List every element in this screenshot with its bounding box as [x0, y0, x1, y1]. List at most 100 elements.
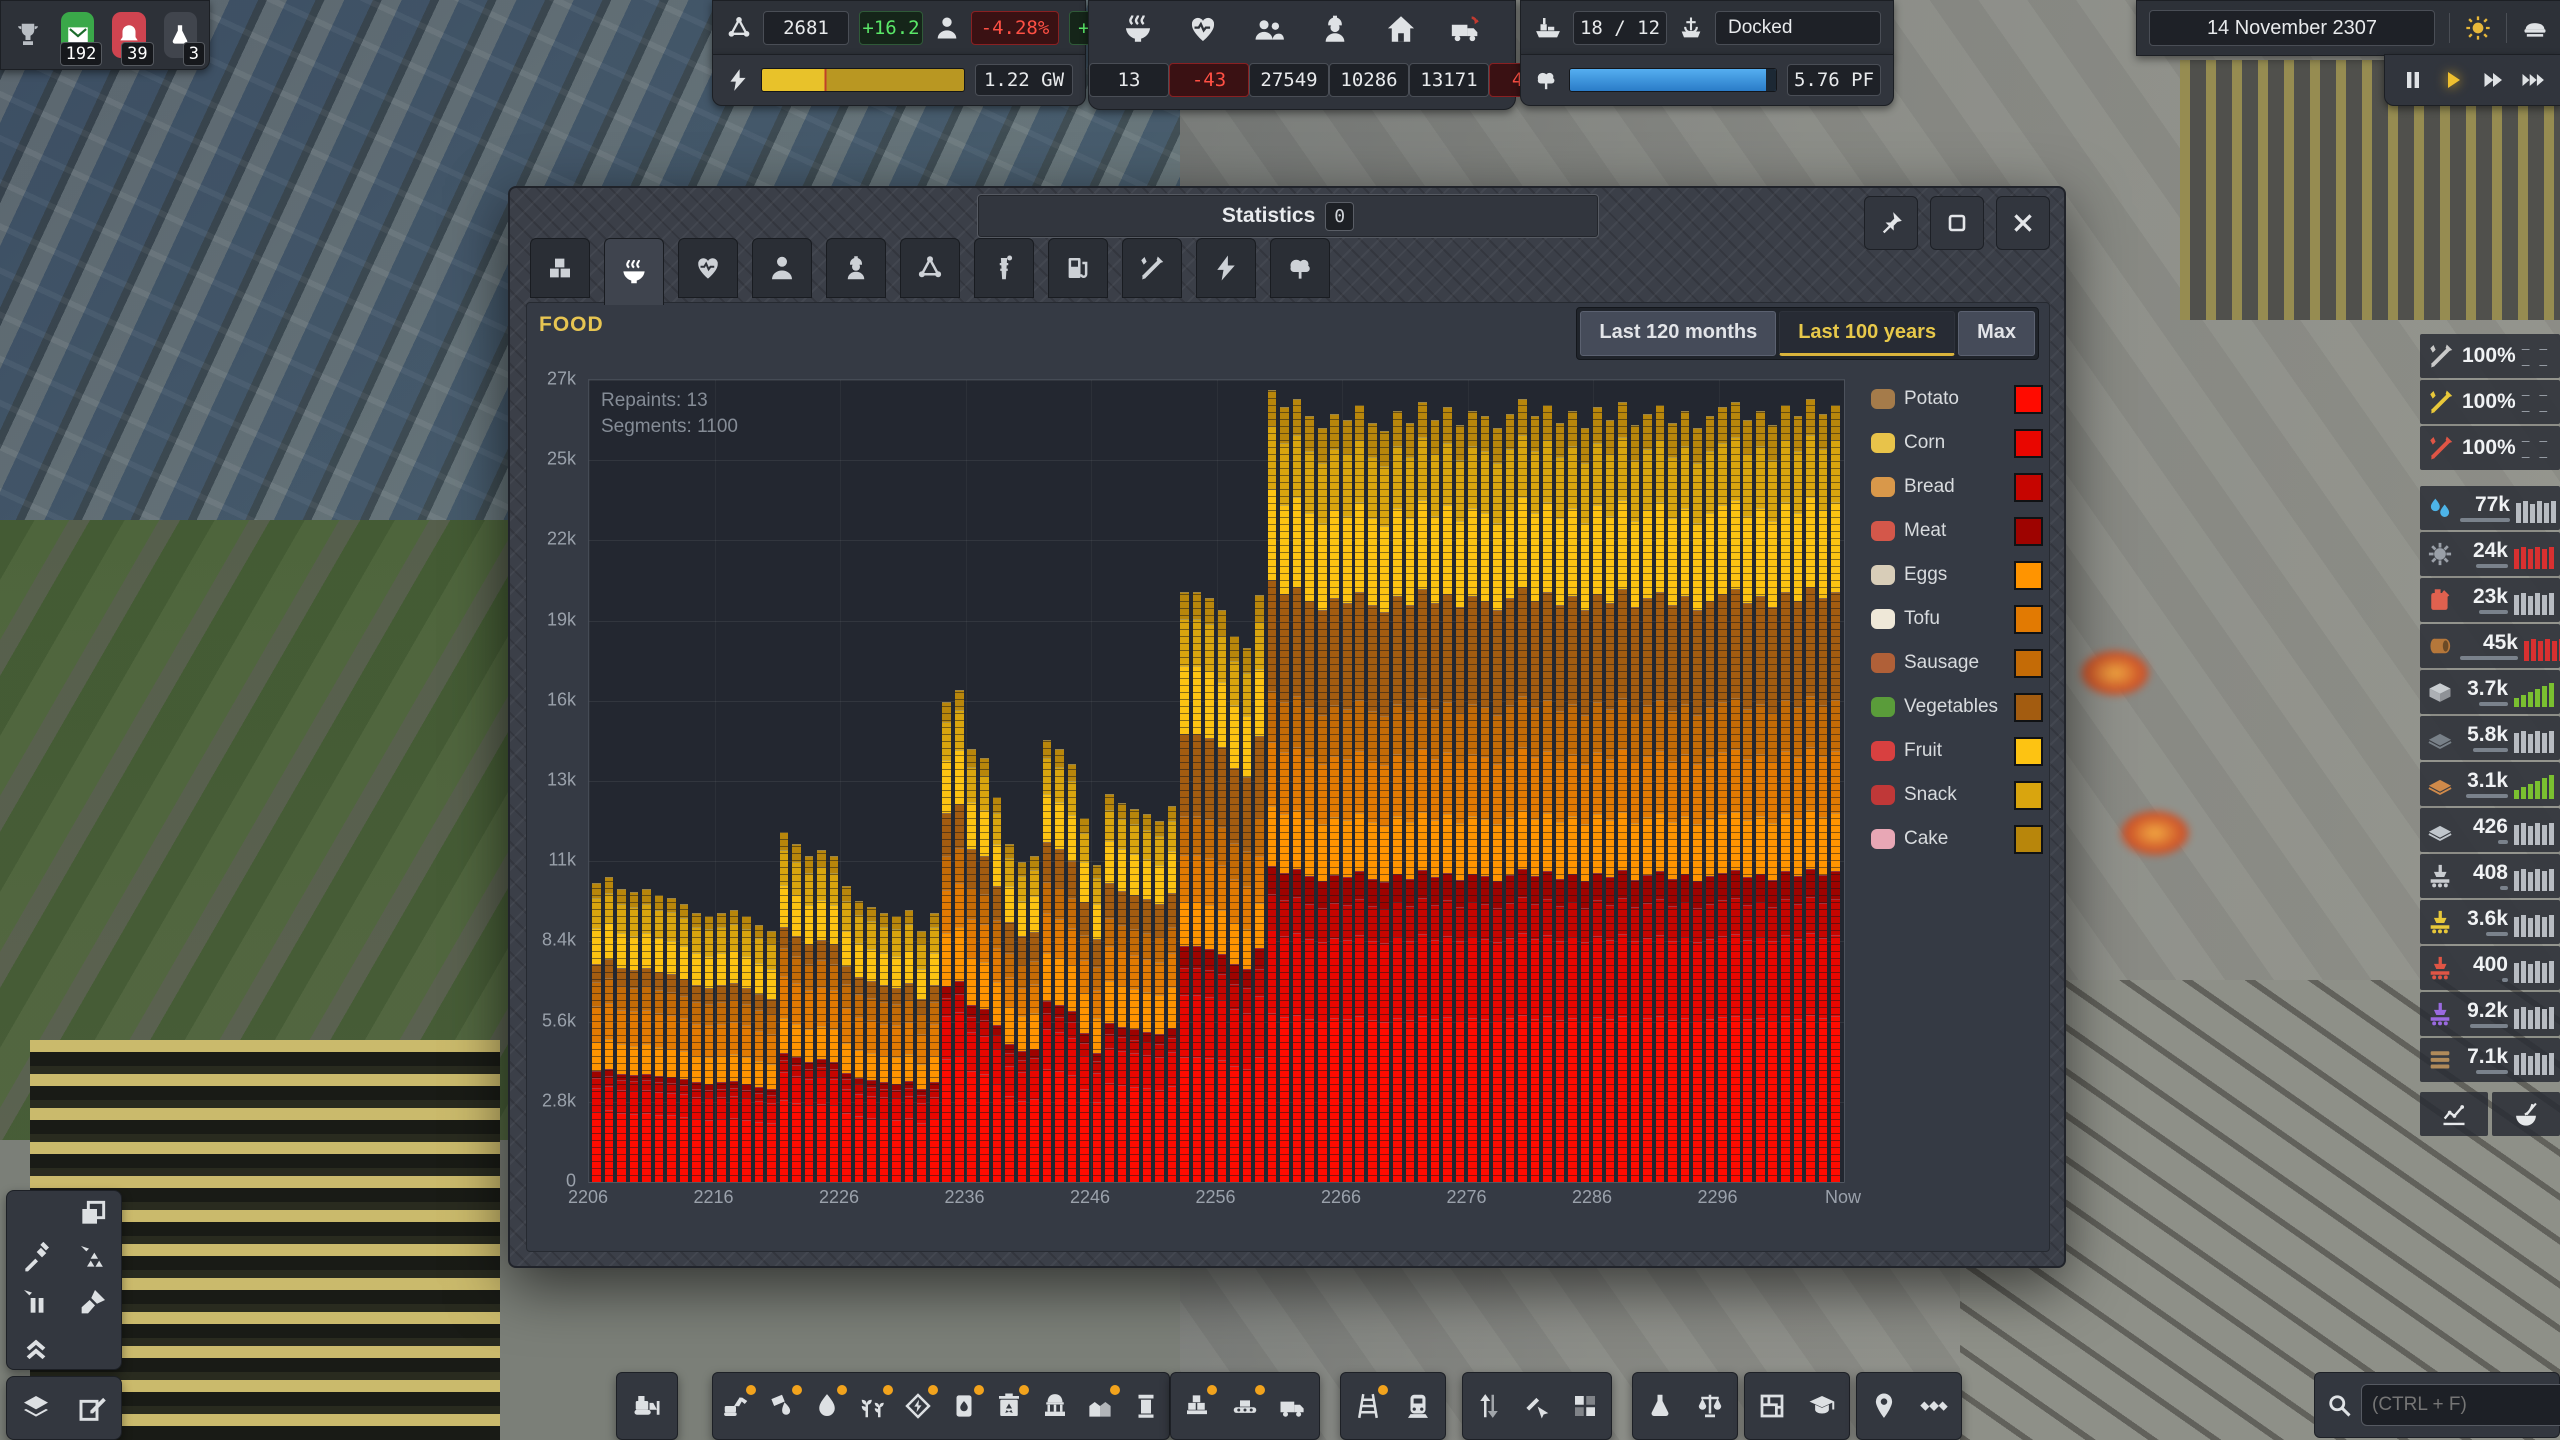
build-pallet-button[interactable]	[1175, 1384, 1219, 1428]
range-max-button[interactable]: Max	[1958, 311, 2035, 356]
resource-row-log[interactable]: 45k	[2420, 624, 2560, 668]
close-window-button[interactable]	[1996, 196, 2050, 250]
build-barrel-button[interactable]	[942, 1384, 986, 1428]
maintenance-status-row[interactable]: 100% ‒ ‒ ‒ ‒	[2420, 426, 2560, 470]
range-last-120-months-button[interactable]: Last 120 months	[1580, 311, 1776, 356]
tab-unity[interactable]	[900, 238, 960, 298]
build-pillar-button[interactable]	[1124, 1384, 1168, 1428]
legend-item-vegetables[interactable]: Vegetables	[1871, 685, 2043, 729]
build-excavator-button[interactable]	[714, 1384, 758, 1428]
tab-workers[interactable]	[826, 238, 886, 298]
resource-row-cog[interactable]: 24k	[2420, 532, 2560, 576]
fast-forward-button[interactable]	[2481, 68, 2505, 92]
legend-item-corn[interactable]: Corn	[1871, 421, 2043, 465]
recycle-select-tool-button[interactable]	[71, 1236, 115, 1280]
resource-row-hook[interactable]: 3.6k	[2420, 900, 2560, 944]
resource-row-hook[interactable]: 9.2k	[2420, 992, 2560, 1036]
build-train-button[interactable]	[1396, 1384, 1440, 1428]
legend-item-potato[interactable]: Potato	[1871, 377, 2043, 421]
resource-row-droplets[interactable]: 77k	[2420, 486, 2560, 530]
build-housing-button[interactable]	[1078, 1384, 1122, 1428]
edit-tool-button[interactable]	[71, 1386, 115, 1430]
legend-item-bread[interactable]: Bread	[1871, 465, 2043, 509]
play-button[interactable]	[2441, 68, 2465, 92]
copy-tool-button[interactable]	[71, 1191, 115, 1235]
build-bulldozer-button[interactable]	[625, 1384, 669, 1428]
resource-row-canister[interactable]: 23k	[2420, 578, 2560, 622]
legend-item-fruit[interactable]: Fruit	[1871, 729, 2043, 773]
build-power-button[interactable]	[896, 1384, 940, 1428]
legend-item-snack[interactable]: Snack	[1871, 773, 2043, 817]
alerts-badge[interactable]: 39	[112, 12, 145, 58]
resource-row-brick[interactable]: 3.7k	[2420, 670, 2560, 714]
resource-row-sheet[interactable]: 426	[2420, 808, 2560, 852]
tab-maintenance[interactable]	[1122, 238, 1182, 298]
layers-tool-button[interactable]	[14, 1386, 58, 1430]
maximize-window-button[interactable]	[1930, 196, 1984, 250]
tab-fuel[interactable]	[1048, 238, 1108, 298]
pipette-tool-button[interactable]	[14, 1236, 58, 1280]
resource-row-hook[interactable]: 400	[2420, 946, 2560, 990]
build-tool-cursor-button[interactable]	[1515, 1384, 1559, 1428]
bar-segment-corn	[1756, 937, 1765, 1018]
legend-item-sausage[interactable]: Sausage	[1871, 641, 2043, 685]
brush-tool-button[interactable]	[71, 1280, 115, 1324]
ship-status[interactable]: Docked	[1715, 11, 1881, 45]
legend-item-meat[interactable]: Meat	[1871, 509, 2043, 553]
range-last-100-years-button[interactable]: Last 100 years	[1779, 311, 1955, 356]
tab-cargo[interactable]	[530, 238, 590, 298]
trophy-icon[interactable]	[13, 20, 43, 50]
build-grad-cap-button[interactable]	[1800, 1384, 1844, 1428]
tab-health[interactable]	[678, 238, 738, 298]
build-rails-button[interactable]	[1346, 1384, 1390, 1428]
build-pour-button[interactable]	[760, 1384, 804, 1428]
bar-segment-bread	[942, 998, 951, 1015]
build-capitol-button[interactable]	[1033, 1384, 1077, 1428]
stacked-bar	[1443, 407, 1452, 1182]
build-pattern-button[interactable]	[1563, 1384, 1607, 1428]
build-satellite-button[interactable]	[1912, 1384, 1956, 1428]
collapse-tool-button[interactable]	[14, 1325, 58, 1369]
build-recycle-bin-button[interactable]	[987, 1384, 1031, 1428]
build-crops-button[interactable]	[851, 1384, 895, 1428]
build-blueprint-button[interactable]	[1750, 1384, 1794, 1428]
search-input[interactable]	[2361, 1384, 2560, 1426]
stacked-bar	[1593, 407, 1602, 1182]
build-water-drop-button[interactable]	[805, 1384, 849, 1428]
tab-food[interactable]	[604, 238, 664, 305]
legend-item-eggs[interactable]: Eggs	[1871, 553, 2043, 597]
tab-pollution[interactable]	[974, 238, 1034, 298]
resource-row-hook[interactable]: 408	[2420, 854, 2560, 898]
pause-select-tool-button[interactable]	[14, 1280, 58, 1324]
mail-badge[interactable]: 192	[61, 12, 94, 58]
statistics-title-bar[interactable]: Statistics 0	[977, 194, 1599, 238]
legend-item-cake[interactable]: Cake	[1871, 817, 2043, 861]
legend-item-tofu[interactable]: Tofu	[1871, 597, 2043, 641]
bar-segment-corn	[1055, 1032, 1064, 1071]
maintenance-status-row[interactable]: 100% ‒ ‒ ‒ ‒	[2420, 334, 2560, 378]
resource-row-boards[interactable]: 7.1k	[2420, 1038, 2560, 1082]
pause-button[interactable]	[2401, 68, 2425, 92]
fastest-forward-button[interactable]	[2521, 68, 2545, 92]
tab-weather[interactable]	[1270, 238, 1330, 298]
build-flask-button[interactable]	[1638, 1384, 1682, 1428]
recipes-shortcut-button[interactable]	[2492, 1092, 2560, 1136]
maintenance-status-row[interactable]: 100% ‒ ‒ ‒ ‒	[2420, 380, 2560, 424]
resource-row-sheet[interactable]: 5.8k	[2420, 716, 2560, 760]
research-badge[interactable]: 3	[164, 12, 197, 58]
build-conveyor-button[interactable]	[1223, 1384, 1267, 1428]
resource-row-sheet[interactable]: 3.1k	[2420, 762, 2560, 806]
statistics-shortcut-button[interactable]	[2420, 1092, 2488, 1136]
bar-segment-potato	[1130, 1087, 1139, 1182]
sun-icon[interactable]	[2464, 14, 2492, 42]
tab-electricity[interactable]	[1196, 238, 1256, 298]
tab-population[interactable]	[752, 238, 812, 298]
build-truck-button[interactable]	[1271, 1384, 1315, 1428]
captain-hat-icon[interactable]	[2521, 14, 2549, 42]
cut-tool-button[interactable]	[14, 1191, 58, 1235]
bar-segment-fruit	[1681, 508, 1690, 596]
build-scales-button[interactable]	[1688, 1384, 1732, 1428]
build-map-pin-button[interactable]	[1862, 1384, 1906, 1428]
build-flip-button[interactable]	[1467, 1384, 1511, 1428]
pin-window-button[interactable]	[1864, 196, 1918, 250]
